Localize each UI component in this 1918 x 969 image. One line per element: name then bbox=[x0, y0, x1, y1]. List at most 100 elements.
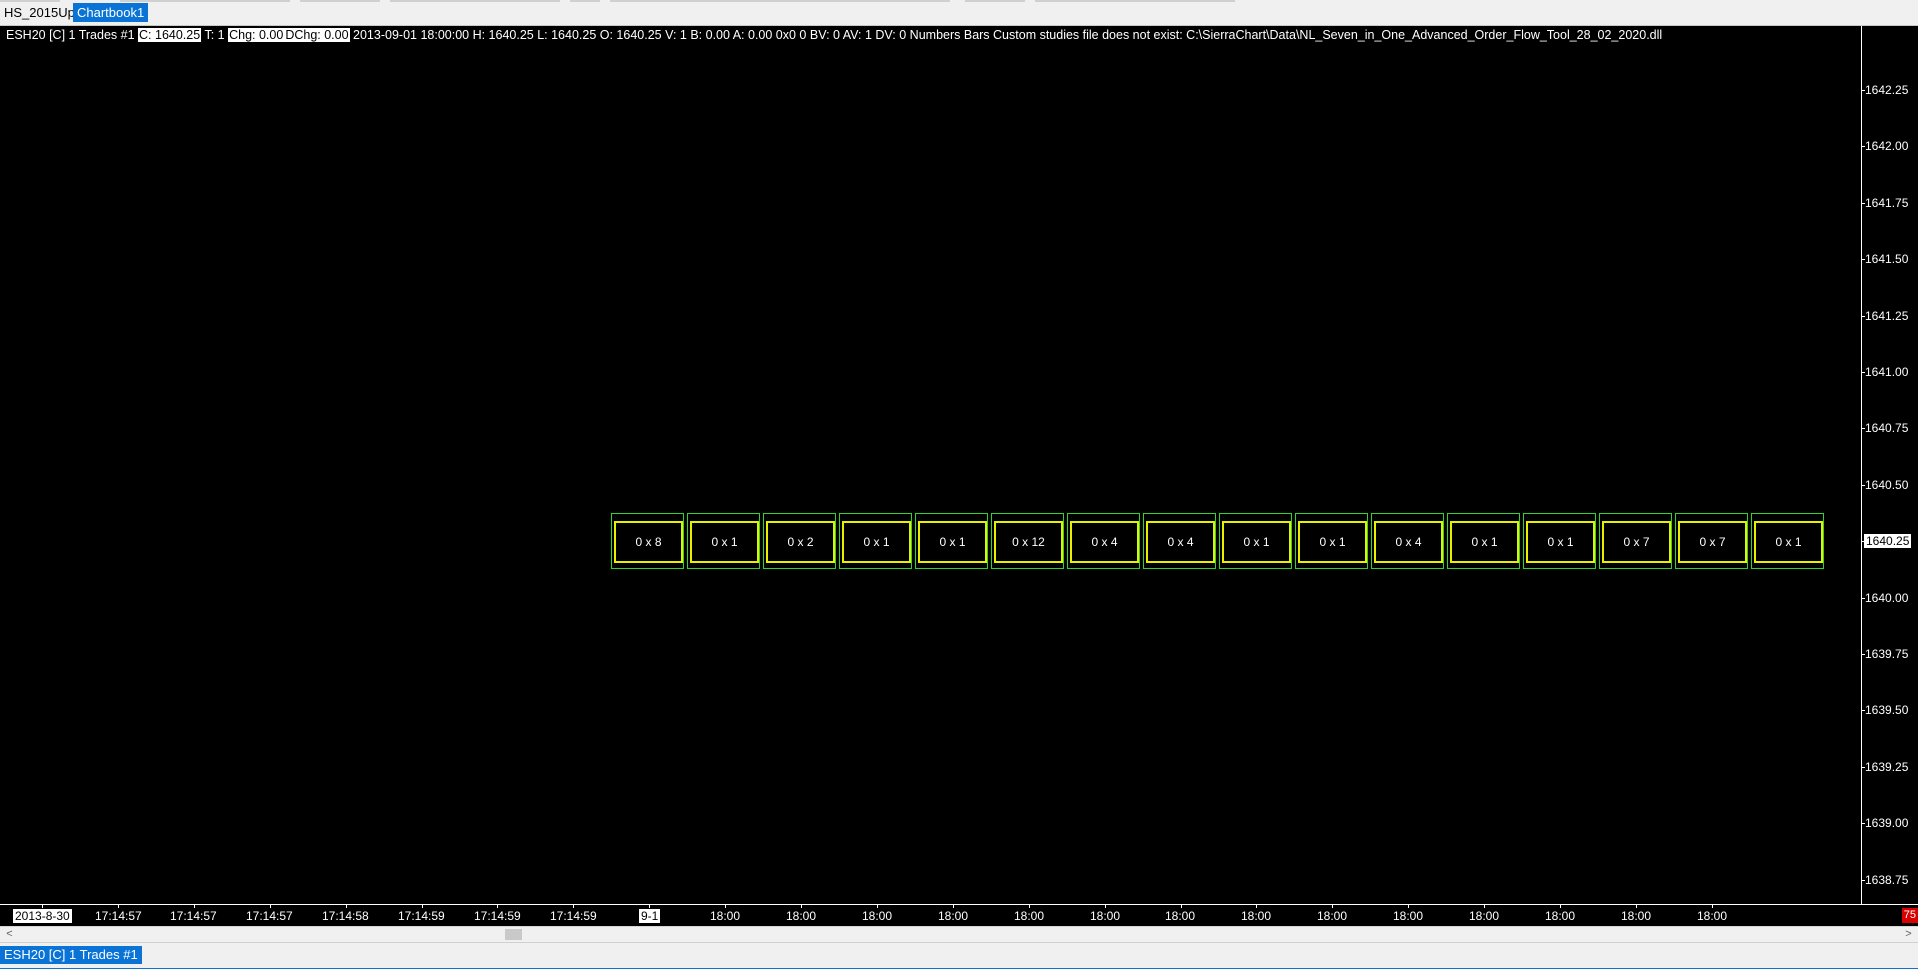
tab-strip-segment bbox=[610, 0, 950, 2]
bid-ask-volume-cell: 0 x 7 bbox=[1678, 521, 1747, 563]
time-scale[interactable]: 75 2013-8-30 17:14:57 17:14:57 17:14:57 17:1… bbox=[0, 904, 1918, 927]
scroll-right-arrow-icon[interactable]: > bbox=[1901, 927, 1916, 942]
time-label: 17:14:58 bbox=[322, 909, 369, 923]
numbers-bar[interactable]: 0 x 1 bbox=[1447, 513, 1520, 569]
time-label: 17:14:59 bbox=[474, 909, 521, 923]
numbers-bar[interactable]: 0 x 12 bbox=[991, 513, 1064, 569]
date-marker-label: 2013-8-30 bbox=[13, 909, 72, 923]
time-label: 18:00 bbox=[862, 909, 893, 923]
price-label: 1641.00 bbox=[1865, 365, 1909, 379]
numbers-bar[interactable]: 0 x 1 bbox=[1295, 513, 1368, 569]
time-tick bbox=[1560, 905, 1561, 908]
price-label: 1640.75 bbox=[1865, 421, 1909, 435]
current-price-label: 1640.25 bbox=[1864, 534, 1912, 548]
numbers-bar[interactable]: 0 x 1 bbox=[1219, 513, 1292, 569]
time-tick bbox=[649, 905, 650, 908]
time-tick bbox=[1484, 905, 1485, 908]
bid-ask-volume-cell: 0 x 4 bbox=[1146, 521, 1215, 563]
time-tick bbox=[1181, 905, 1182, 908]
numbers-bar[interactable]: 0 x 1 bbox=[915, 513, 988, 569]
time-tick bbox=[725, 905, 726, 908]
time-label: 17:14:59 bbox=[550, 909, 597, 923]
bid-ask-volume-cell: 0 x 12 bbox=[994, 521, 1063, 563]
bid-ask-volume-cell: 0 x 1 bbox=[1298, 521, 1367, 563]
bid-ask-volume-cell: 0 x 1 bbox=[1526, 521, 1595, 563]
numbers-bar[interactable]: 0 x 1 bbox=[687, 513, 760, 569]
bid-ask-volume-cell: 0 x 1 bbox=[690, 521, 759, 563]
bid-ask-volume-cell: 0 x 8 bbox=[614, 521, 683, 563]
price-scale[interactable]: 1642.25 1642.00 1641.75 1641.50 1641.25 1641.… bbox=[1861, 26, 1918, 904]
time-label: 18:00 bbox=[1317, 909, 1348, 923]
chartbook-tab-hs-2015up[interactable]: HS_2015Up bbox=[0, 3, 79, 22]
time-tick bbox=[422, 905, 423, 908]
price-label: 1638.75 bbox=[1865, 873, 1909, 887]
numbers-bar[interactable]: 0 x 4 bbox=[1371, 513, 1444, 569]
time-tick bbox=[118, 905, 119, 908]
time-label: 18:00 bbox=[1014, 909, 1045, 923]
bid-ask-volume-cell: 0 x 7 bbox=[1602, 521, 1671, 563]
time-tick bbox=[1256, 905, 1257, 908]
bid-ask-volume-cell: 0 x 1 bbox=[1222, 521, 1291, 563]
numbers-bar[interactable]: 0 x 4 bbox=[1143, 513, 1216, 569]
tab-strip-segment bbox=[300, 0, 380, 2]
price-label: 1639.25 bbox=[1865, 760, 1909, 774]
time-tick bbox=[194, 905, 195, 908]
time-label: 17:14:57 bbox=[170, 909, 217, 923]
numbers-bar[interactable]: 0 x 1 bbox=[1751, 513, 1824, 569]
chart-header-line: ESH20 [C] 1 Trades #1 C: 1640.25 T: 1 Ch… bbox=[6, 27, 1662, 43]
numbers-bar[interactable]: 0 x 2 bbox=[763, 513, 836, 569]
price-label: 1642.25 bbox=[1865, 83, 1909, 97]
time-tick bbox=[270, 905, 271, 908]
header-symbol: ESH20 [C] 1 Trades #1 bbox=[6, 28, 135, 42]
price-label: 1639.50 bbox=[1865, 703, 1909, 717]
tab-strip-segment bbox=[0, 0, 60, 2]
time-label: 18:00 bbox=[1469, 909, 1500, 923]
time-label: 18:00 bbox=[1090, 909, 1121, 923]
tab-strip-segment bbox=[570, 0, 600, 2]
time-label: 17:14:59 bbox=[398, 909, 445, 923]
bid-ask-volume-cell: 0 x 1 bbox=[918, 521, 987, 563]
time-tick bbox=[877, 905, 878, 908]
numbers-bar[interactable]: 0 x 1 bbox=[1523, 513, 1596, 569]
time-tick bbox=[801, 905, 802, 908]
time-tick bbox=[1029, 905, 1030, 908]
price-label: 1642.00 bbox=[1865, 139, 1909, 153]
numbers-bar[interactable]: 0 x 8 bbox=[611, 513, 684, 569]
bid-ask-volume-cell: 0 x 1 bbox=[1450, 521, 1519, 563]
bid-ask-volume-cell: 0 x 1 bbox=[1754, 521, 1823, 563]
tab-strip-segment bbox=[390, 0, 560, 2]
numbers-bar[interactable]: 0 x 7 bbox=[1599, 513, 1672, 569]
scroll-thumb[interactable] bbox=[505, 929, 522, 940]
time-label: 18:00 bbox=[710, 909, 741, 923]
scroll-left-arrow-icon[interactable]: < bbox=[2, 927, 17, 942]
bid-ask-volume-cell: 0 x 1 bbox=[842, 521, 911, 563]
header-trades: T: 1 bbox=[204, 28, 225, 42]
tab-strip-segment bbox=[1035, 0, 1235, 2]
numbers-bar[interactable]: 0 x 4 bbox=[1067, 513, 1140, 569]
price-label: 1640.50 bbox=[1865, 478, 1909, 492]
time-label: 18:00 bbox=[1241, 909, 1272, 923]
time-tick bbox=[42, 905, 43, 908]
bid-ask-volume-cell: 0 x 4 bbox=[1374, 521, 1443, 563]
time-label: 18:00 bbox=[1697, 909, 1728, 923]
tab-strip-segment bbox=[965, 0, 1025, 2]
header-chg-value: Chg: 0.00 bbox=[228, 28, 285, 42]
chartbook-tab-chartbook1[interactable]: Chartbook1 bbox=[73, 3, 149, 22]
price-label: 1639.00 bbox=[1865, 816, 1909, 830]
time-label: 18:00 bbox=[1545, 909, 1576, 923]
chart-region[interactable]: ESH20 [C] 1 Trades #1 C: 1640.25 T: 1 Ch… bbox=[0, 26, 1860, 904]
chart-tab-esh20[interactable]: ESH20 [C] 1 Trades #1 bbox=[0, 946, 142, 964]
time-label: 18:00 bbox=[1165, 909, 1196, 923]
numbers-bar[interactable]: 0 x 1 bbox=[839, 513, 912, 569]
header-close-value: C: 1640.25 bbox=[138, 28, 202, 42]
bid-ask-volume-cell: 0 x 4 bbox=[1070, 521, 1139, 563]
time-tick bbox=[1105, 905, 1106, 908]
time-tick bbox=[497, 905, 498, 908]
time-tick bbox=[346, 905, 347, 908]
header-bar-info: 2013-09-01 18:00:00 H: 1640.25 L: 1640.2… bbox=[353, 28, 1663, 42]
time-tick bbox=[1408, 905, 1409, 908]
horizontal-scrollbar[interactable]: < > bbox=[0, 926, 1918, 942]
numbers-bar[interactable]: 0 x 7 bbox=[1675, 513, 1748, 569]
time-tick bbox=[1636, 905, 1637, 908]
time-label: 18:00 bbox=[786, 909, 817, 923]
